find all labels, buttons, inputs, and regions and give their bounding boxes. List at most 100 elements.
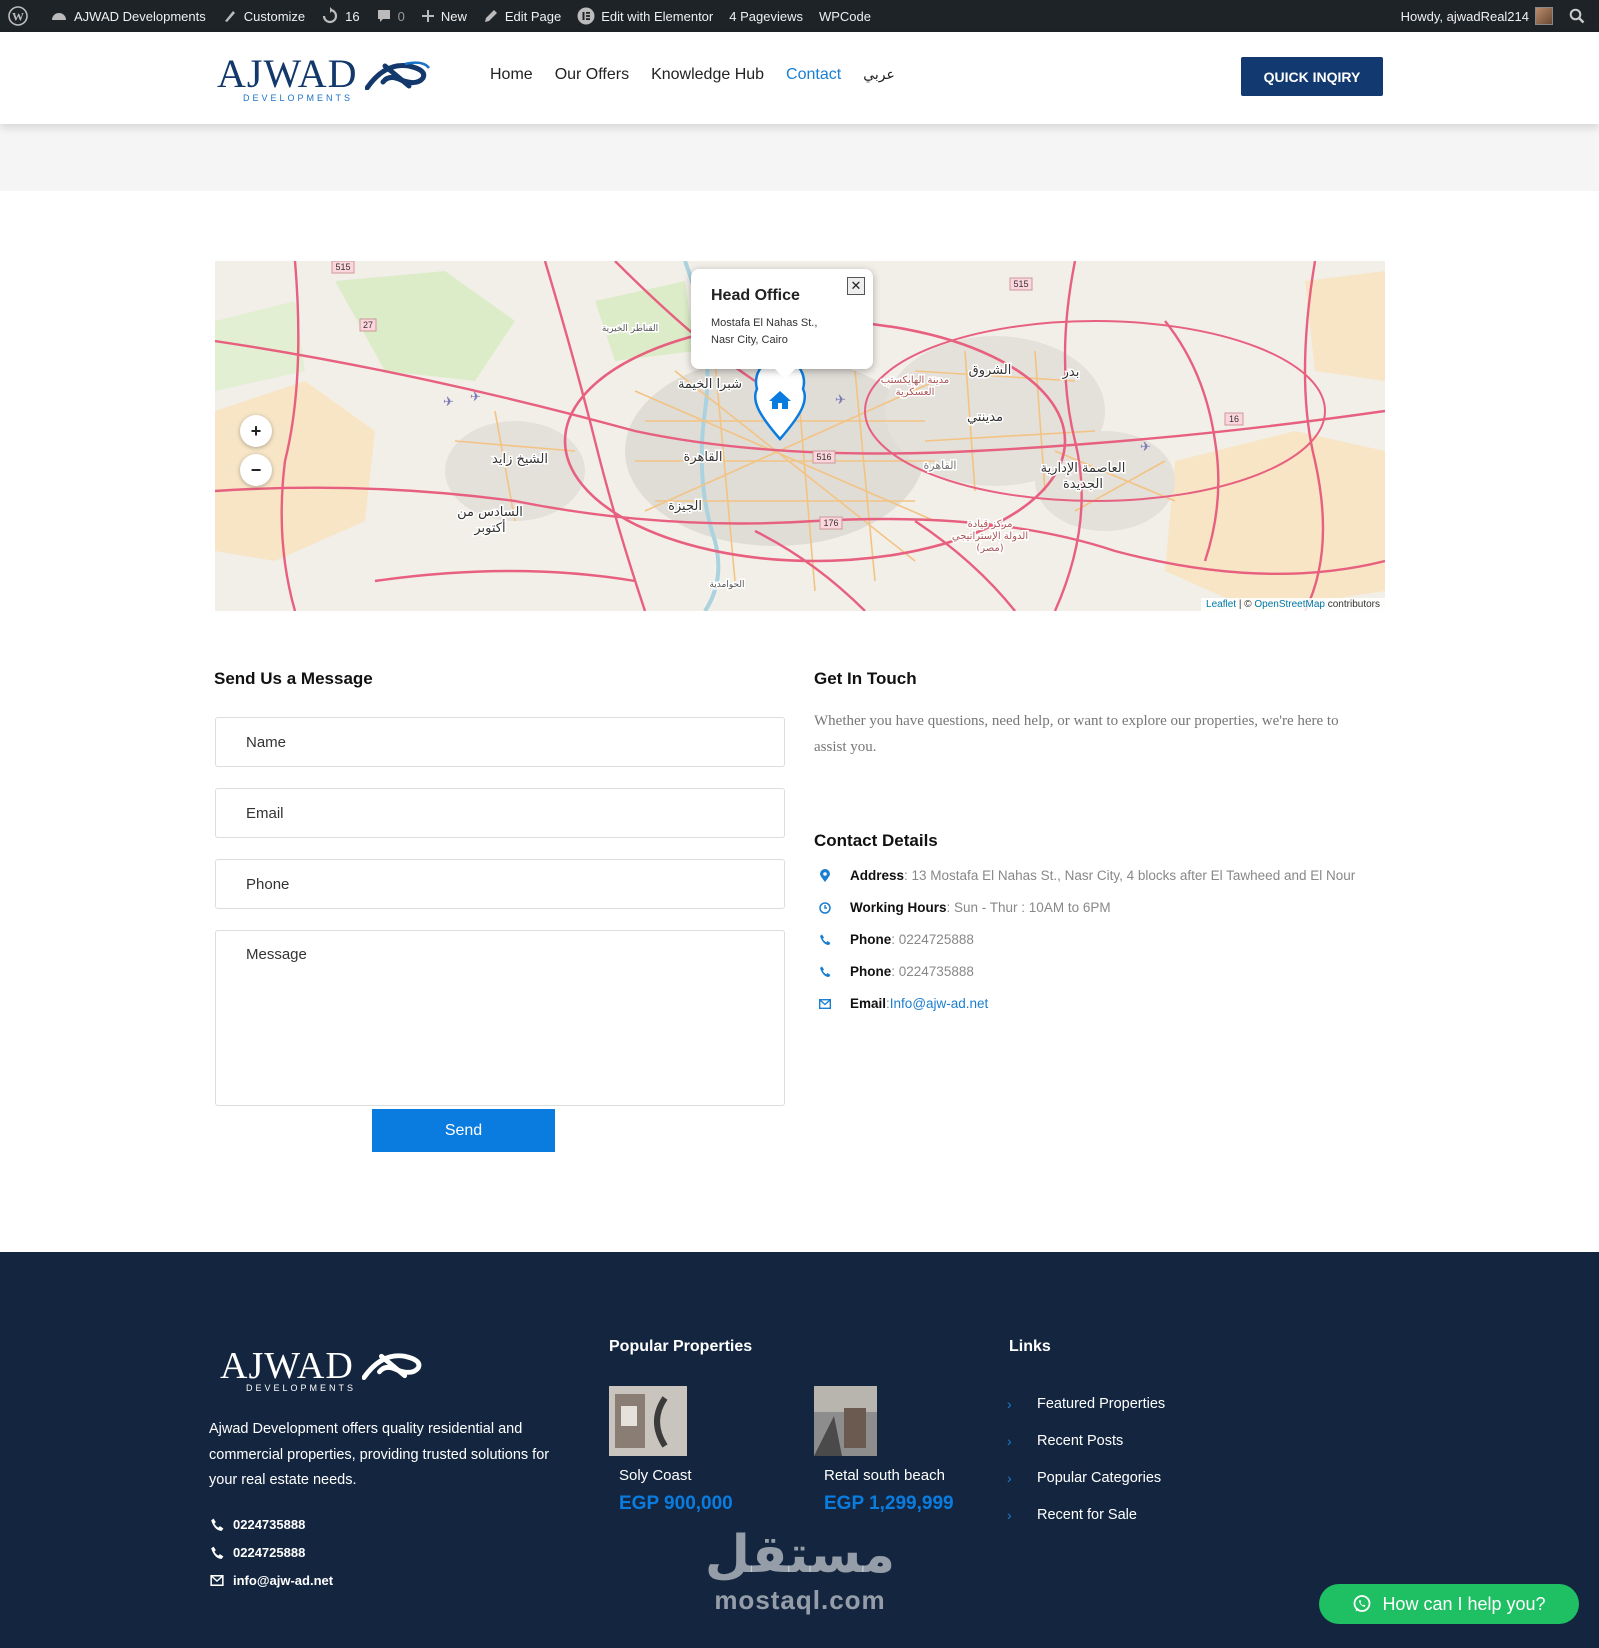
popup-title: Head Office: [711, 287, 800, 304]
popup-address-line1: Mostafa El Nahas St.,: [711, 317, 818, 329]
message-field[interactable]: Message: [215, 930, 785, 1106]
chevron-right-icon: ›: [1007, 1470, 1012, 1486]
map-label-giza: الجيزة: [668, 499, 702, 514]
detail-phone-1: Phone: 0224725888: [814, 932, 974, 947]
main-nav: Home Our Offers Knowledge Hub Contact عر…: [490, 66, 895, 84]
nav-our-offers[interactable]: Our Offers: [555, 66, 629, 84]
nav-home[interactable]: Home: [490, 66, 533, 84]
chevron-right-icon: ›: [1007, 1507, 1012, 1523]
footer-link-popular-categories[interactable]: › Popular Categories: [1007, 1470, 1161, 1486]
map-label-madinaty: مدينتي: [967, 410, 1003, 425]
map-label-qanater: القناطر الخيرية: [602, 324, 658, 334]
address-label: Address: [850, 868, 905, 883]
nav-arabic[interactable]: عربي: [863, 66, 895, 84]
footer-link-recent-for-sale[interactable]: › Recent for Sale: [1007, 1507, 1137, 1523]
admin-customize[interactable]: Customize: [214, 0, 313, 32]
svg-text:515: 515: [335, 262, 350, 272]
envelope-icon: [819, 998, 831, 1009]
property-card[interactable]: Soly Coast EGP 900,000: [609, 1386, 789, 1515]
location-pin-icon: [820, 869, 830, 882]
admin-updates-count: 16: [345, 8, 360, 24]
logo-wordmark: AJWAD: [217, 51, 358, 96]
map-label-october: أكتوبر: [473, 519, 505, 536]
detail-hours: Working Hours: Sun - Thur : 10AM to 6PM: [814, 900, 1111, 915]
admin-site-name[interactable]: AJWAD Developments: [42, 0, 214, 32]
name-field[interactable]: Name: [215, 717, 785, 767]
footer-phone-2[interactable]: 0224725888: [209, 1545, 305, 1560]
phone-icon: [820, 966, 831, 977]
phone-icon: [211, 1518, 224, 1531]
zoom-in-button[interactable]: +: [240, 415, 272, 447]
map-label-shubra: شبرا الخيمة: [678, 377, 742, 392]
attribution-sep: | ©: [1236, 599, 1255, 610]
admin-bar: W AJWAD Developments Customize 16 0 New …: [0, 0, 1599, 32]
links-heading: Links: [1009, 1338, 1051, 1355]
page-title-band: [0, 124, 1599, 191]
admin-wpcode[interactable]: WPCode: [811, 0, 879, 32]
svg-text:516: 516: [816, 452, 831, 462]
property-name: Retal south beach: [824, 1467, 945, 1484]
comment-icon: [377, 10, 390, 22]
email-field[interactable]: Email: [215, 788, 785, 838]
admin-updates[interactable]: 16: [313, 0, 367, 32]
touch-text: Whether you have questions, need help, o…: [814, 713, 1339, 755]
leaflet-link[interactable]: Leaflet: [1206, 599, 1236, 610]
admin-new[interactable]: New: [413, 0, 475, 32]
footer-link-recent-posts[interactable]: › Recent Posts: [1007, 1433, 1123, 1449]
footer-link-label: Recent Posts: [1037, 1433, 1124, 1449]
quick-inquiry-button[interactable]: QUICK INQIRY: [1241, 57, 1383, 96]
whatsapp-label: How can I help you?: [1382, 1593, 1546, 1614]
footer-phone-2-text: 0224725888: [233, 1545, 306, 1560]
svg-text:W: W: [12, 10, 24, 24]
logo-subtitle: DEVELOPMENTS: [243, 93, 354, 103]
footer-email-text: info@ajw-ad.net: [233, 1573, 334, 1588]
svg-text:27: 27: [363, 320, 373, 330]
footer-email[interactable]: info@ajw-ad.net: [209, 1573, 333, 1588]
admin-pageviews[interactable]: 4 Pageviews: [721, 0, 811, 32]
map-label-badr: بدر: [1062, 365, 1080, 380]
footer-phone-1[interactable]: 0224735888: [209, 1517, 305, 1532]
admin-edit-page[interactable]: Edit Page: [475, 0, 569, 32]
osm-link[interactable]: OpenStreetMap: [1254, 599, 1325, 610]
zoom-out-button[interactable]: −: [240, 454, 272, 486]
map-label-command-2: الدولة الإستراتيجي: [952, 531, 1028, 542]
admin-comments[interactable]: 0: [368, 0, 413, 32]
property-card[interactable]: Retal south beach EGP 1,299,999: [814, 1386, 994, 1515]
footer-logo-mark-icon: [362, 1353, 422, 1380]
phone-field[interactable]: Phone: [215, 859, 785, 909]
nav-contact[interactable]: Contact: [786, 66, 841, 84]
admin-edit-page-label: Edit Page: [504, 8, 562, 24]
footer-link-featured[interactable]: › Featured Properties: [1007, 1396, 1165, 1412]
email-link[interactable]: Info@ajw-ad.net: [890, 996, 989, 1011]
detail-address: Address: 13 Mostafa El Nahas St., Nasr C…: [814, 868, 1355, 883]
admin-account[interactable]: Howdy, ajwadReal214: [1393, 0, 1561, 32]
wordpress-logo[interactable]: W: [0, 0, 42, 32]
map-label-hawamdeya: الحوامدية: [709, 580, 744, 590]
touch-heading: Get In Touch: [814, 669, 917, 688]
admin-search[interactable]: [1561, 0, 1599, 32]
admin-new-label: New: [440, 8, 467, 24]
map-label-shorouk: الشروق: [969, 363, 1012, 378]
phone2-value: : 0224735888: [891, 964, 974, 979]
send-button[interactable]: Send: [372, 1109, 555, 1152]
site-logo[interactable]: AJWAD DEVELOPMENTS: [215, 52, 435, 106]
admin-edit-elementor-label: Edit with Elementor: [601, 8, 714, 24]
office-map[interactable]: 515 27 515 16 516 176 شبرا الخيمة القاهر…: [215, 261, 1385, 611]
whatsapp-button[interactable]: How can I help you?: [1319, 1584, 1579, 1624]
map-label-new: الجديدة: [1063, 477, 1103, 492]
map-popup: ✕ Head Office Mostafa El Nahas St., Nasr…: [691, 269, 873, 379]
map-label-military-2: العسكرية: [896, 387, 935, 398]
footer-logo[interactable]: AJWAD DEVELOPMENTS: [218, 1344, 438, 1394]
footer-link-label: Popular Categories: [1037, 1470, 1162, 1486]
map-label-command-1: مركز قيادة: [968, 519, 1013, 530]
site-footer: AJWAD DEVELOPMENTS Ajwad Development off…: [0, 1252, 1599, 1648]
close-icon[interactable]: ✕: [847, 277, 865, 295]
phone2-label: Phone: [850, 964, 892, 979]
admin-edit-elementor[interactable]: Edit with Elementor: [569, 0, 721, 32]
footer-phone-1-text: 0224735888: [233, 1517, 306, 1532]
nav-knowledge-hub[interactable]: Knowledge Hub: [651, 66, 764, 84]
phone-icon: [211, 1546, 224, 1559]
admin-howdy: Howdy, ajwadReal214: [1400, 8, 1529, 24]
map-label-new-capital: العاصمة الإدارية: [1041, 461, 1126, 476]
elementor-icon: [577, 7, 595, 25]
